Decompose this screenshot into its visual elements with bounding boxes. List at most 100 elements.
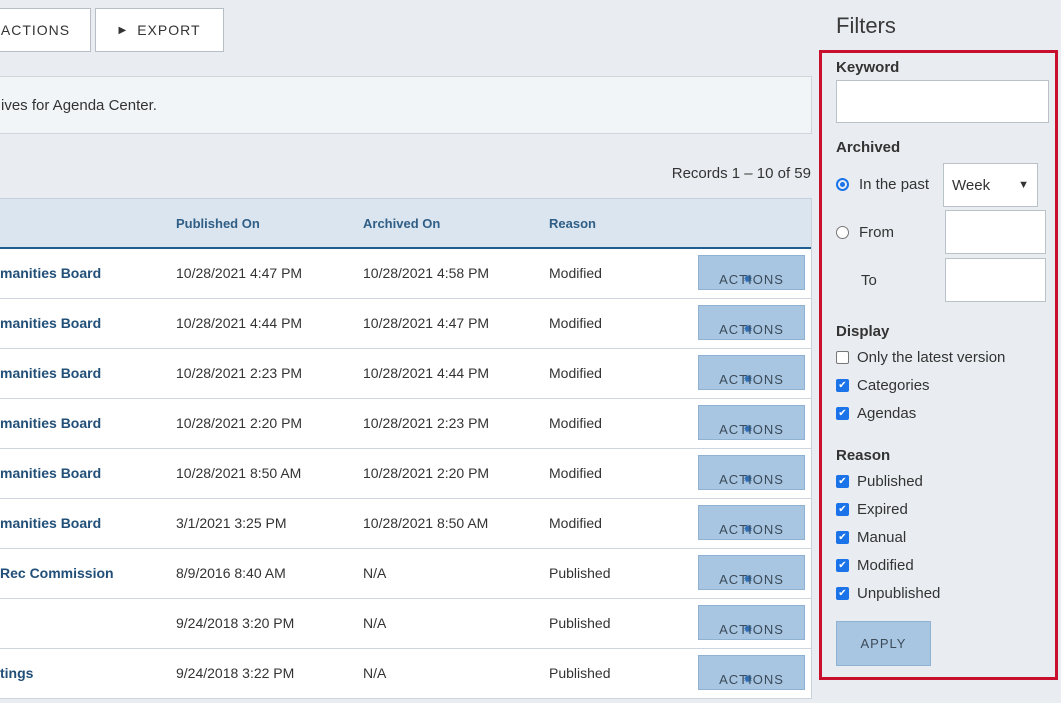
info-notice: ives for Agenda Center. bbox=[0, 76, 812, 134]
header-published-on[interactable]: Published On bbox=[176, 216, 260, 231]
checkbox-label: Agendas bbox=[857, 405, 917, 422]
filters-panel: Keyword Archived In the past Week ▼ From… bbox=[819, 50, 1058, 680]
period-value: Week bbox=[952, 176, 991, 194]
from-date-input[interactable] bbox=[945, 210, 1046, 254]
item-name-link[interactable]: manities Board bbox=[0, 515, 101, 531]
row-actions-button[interactable]: ✹ ACTIONS bbox=[698, 555, 805, 590]
item-name-link[interactable]: Rec Commission bbox=[0, 565, 114, 581]
archived-label: Archived bbox=[836, 139, 901, 156]
table-row: 9/24/2018 3:20 PM N/A Published ✹ ACTIONS bbox=[0, 599, 811, 649]
checkbox-option[interactable]: ✔ Published bbox=[836, 473, 923, 490]
row-actions-button[interactable]: ✹ ACTIONS bbox=[698, 305, 805, 340]
archived-on-cell: 10/28/2021 4:47 PM bbox=[363, 315, 490, 331]
published-on-cell: 9/24/2018 3:20 PM bbox=[176, 615, 295, 631]
row-actions-button[interactable]: ✹ ACTIONS bbox=[698, 455, 805, 490]
row-actions-button[interactable]: ✹ ACTIONS bbox=[698, 605, 805, 640]
archived-on-cell: 10/28/2021 2:23 PM bbox=[363, 415, 490, 431]
checkbox-label: Published bbox=[857, 473, 923, 490]
archived-on-cell: 10/28/2021 2:20 PM bbox=[363, 465, 490, 481]
archived-on-cell: N/A bbox=[363, 615, 387, 631]
row-actions-label: ACTIONS bbox=[719, 372, 784, 387]
row-actions-label: ACTIONS bbox=[719, 472, 784, 487]
notice-text: ives for Agenda Center. bbox=[1, 96, 157, 114]
checkbox-checked-icon[interactable]: ✔ bbox=[836, 531, 849, 544]
reason-cell: Published bbox=[549, 565, 611, 581]
checkbox-checked-icon[interactable]: ✔ bbox=[836, 587, 849, 600]
item-name-link[interactable]: manities Board bbox=[0, 365, 101, 381]
row-actions-label: ACTIONS bbox=[719, 572, 784, 587]
row-actions-button[interactable]: ✹ ACTIONS bbox=[698, 505, 805, 540]
chevron-down-icon: ▼ bbox=[1018, 179, 1029, 191]
display-label: Display bbox=[836, 323, 890, 340]
checkbox-label: Only the latest version bbox=[857, 349, 1006, 366]
item-name-link[interactable]: tings bbox=[0, 665, 33, 681]
archive-table: Published On Archived On Reason manities… bbox=[0, 198, 812, 699]
table-row: manities Board 3/1/2021 3:25 PM 10/28/2021… bbox=[0, 499, 811, 549]
actions-button[interactable]: ACTIONS bbox=[0, 8, 91, 52]
table-row: manities Board 10/28/2021 4:44 PM 10/28/20… bbox=[0, 299, 811, 349]
radio-in-the-past[interactable]: In the past bbox=[836, 176, 929, 193]
keyword-input[interactable] bbox=[836, 80, 1049, 123]
row-actions-label: ACTIONS bbox=[719, 422, 784, 437]
row-actions-label: ACTIONS bbox=[719, 672, 784, 687]
table-row: Rec Commission 8/9/2016 8:40 AM N/A Publish… bbox=[0, 549, 811, 599]
item-name-link[interactable]: manities Board bbox=[0, 415, 101, 431]
checkbox-checked-icon[interactable]: ✔ bbox=[836, 503, 849, 516]
published-on-cell: 10/28/2021 4:47 PM bbox=[176, 265, 303, 281]
archived-on-cell: 10/28/2021 8:50 AM bbox=[363, 515, 489, 531]
apply-button[interactable]: APPLY bbox=[836, 621, 931, 666]
row-actions-button[interactable]: ✹ ACTIONS bbox=[698, 655, 805, 690]
reason-cell: Published bbox=[549, 615, 611, 631]
from-label: From bbox=[859, 224, 894, 241]
export-button[interactable]: ▶ EXPORT bbox=[95, 8, 224, 52]
archived-on-cell: N/A bbox=[363, 665, 387, 681]
checkbox-checked-icon[interactable]: ✔ bbox=[836, 407, 849, 420]
item-name-link[interactable]: manities Board bbox=[0, 265, 101, 281]
to-date-input[interactable] bbox=[945, 258, 1046, 302]
row-actions-button[interactable]: ✹ ACTIONS bbox=[698, 405, 805, 440]
checkbox-label: Unpublished bbox=[857, 585, 941, 602]
checkbox-option[interactable]: ✔ Modified bbox=[836, 557, 914, 574]
header-reason[interactable]: Reason bbox=[549, 216, 596, 231]
reason-cell: Modified bbox=[549, 315, 602, 331]
row-actions-button[interactable]: ✹ ACTIONS bbox=[698, 355, 805, 390]
checkbox-option[interactable]: ✔ Categories bbox=[836, 377, 930, 394]
table-header: Published On Archived On Reason bbox=[0, 198, 811, 249]
reason-cell: Modified bbox=[549, 465, 602, 481]
table-row: manities Board 10/28/2021 2:20 PM 10/28/20… bbox=[0, 399, 811, 449]
keyword-label: Keyword bbox=[836, 59, 900, 76]
checkbox-label: Manual bbox=[857, 529, 907, 546]
reason-cell: Modified bbox=[549, 515, 602, 531]
checkbox-checked-icon[interactable]: ✔ bbox=[836, 559, 849, 572]
checkbox-option[interactable]: ✔ Agendas bbox=[836, 405, 916, 422]
checkbox-checked-icon[interactable]: ✔ bbox=[836, 379, 849, 392]
checkbox-label: Categories bbox=[857, 377, 930, 394]
checkbox-checked-icon[interactable]: ✔ bbox=[836, 475, 849, 488]
published-on-cell: 9/24/2018 3:22 PM bbox=[176, 665, 295, 681]
checkbox-option[interactable]: Only the latest version bbox=[836, 349, 1005, 366]
published-on-cell: 10/28/2021 4:44 PM bbox=[176, 315, 303, 331]
radio-from[interactable]: From bbox=[836, 224, 894, 241]
to-row: To bbox=[861, 272, 877, 289]
published-on-cell: 8/9/2016 8:40 AM bbox=[176, 565, 286, 581]
checkbox-empty-icon[interactable] bbox=[836, 351, 849, 364]
row-actions-button[interactable]: ✹ ACTIONS bbox=[698, 255, 805, 290]
row-actions-label: ACTIONS bbox=[719, 622, 784, 637]
row-actions-label: ACTIONS bbox=[719, 522, 784, 537]
checkbox-option[interactable]: ✔ Manual bbox=[836, 529, 906, 546]
period-select[interactable]: Week ▼ bbox=[943, 163, 1038, 207]
header-archived-on[interactable]: Archived On bbox=[363, 216, 440, 231]
radio-unselected-icon[interactable] bbox=[836, 226, 849, 239]
row-actions-label: ACTIONS bbox=[719, 322, 784, 337]
table-row: manities Board 10/28/2021 2:23 PM 10/28/20… bbox=[0, 349, 811, 399]
radio-selected-icon[interactable] bbox=[836, 178, 849, 191]
apply-button-label: APPLY bbox=[860, 636, 907, 651]
checkbox-option[interactable]: ✔ Unpublished bbox=[836, 585, 940, 602]
item-name-link[interactable]: manities Board bbox=[0, 315, 101, 331]
export-button-label: EXPORT bbox=[137, 22, 201, 38]
item-name-link[interactable]: manities Board bbox=[0, 465, 101, 481]
checkbox-label: Expired bbox=[857, 501, 908, 518]
published-on-cell: 10/28/2021 8:50 AM bbox=[176, 465, 302, 481]
checkbox-option[interactable]: ✔ Expired bbox=[836, 501, 908, 518]
reason-cell: Modified bbox=[549, 365, 602, 381]
